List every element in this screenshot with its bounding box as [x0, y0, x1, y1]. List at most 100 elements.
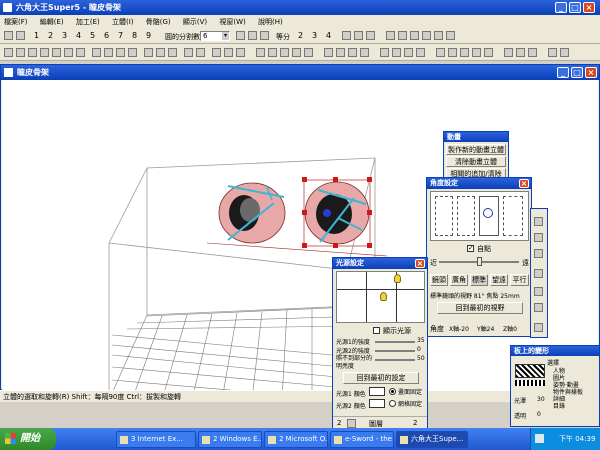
ik-tool-icon[interactable] — [280, 48, 289, 57]
undo-tool-icon[interactable] — [548, 48, 557, 57]
menu-view[interactable]: 顯示(V) — [183, 18, 207, 26]
joint-tool-icon[interactable] — [268, 48, 277, 57]
light2-strength-slider[interactable] — [375, 350, 415, 352]
light-preview[interactable] — [336, 271, 425, 323]
circle-division-select[interactable]: 6 ▾ — [200, 31, 230, 41]
print-tool-icon[interactable] — [416, 48, 425, 57]
line-tool-icon[interactable] — [16, 31, 25, 40]
menu-bones[interactable]: 骨骼(G) — [146, 18, 171, 26]
taskbar-item-ie[interactable]: 3 Internet Ex... — [116, 431, 196, 448]
menu-modify[interactable]: 加工(E) — [76, 18, 100, 26]
light1-color-swatch[interactable] — [369, 387, 385, 396]
stop-tool-icon[interactable] — [360, 48, 369, 57]
torus-tool-icon[interactable] — [64, 48, 73, 57]
fold-tool-icon[interactable] — [386, 31, 395, 40]
standard-button[interactable]: 標準 — [470, 274, 488, 286]
join-tool-icon[interactable] — [446, 31, 455, 40]
import-tool-icon[interactable] — [404, 48, 413, 57]
select-tool-icon[interactable] — [4, 48, 13, 57]
plane-tool-icon[interactable] — [76, 48, 85, 57]
zoom-in-tool-icon[interactable] — [436, 48, 445, 57]
reset-view-button[interactable]: 回到最初的視野 — [437, 302, 523, 314]
search-icon[interactable] — [534, 323, 543, 332]
redo-tool-icon[interactable] — [560, 48, 569, 57]
texture-tool-icon[interactable] — [196, 48, 205, 57]
tree-item-5[interactable]: 目錄 — [553, 401, 565, 410]
record-tool-icon[interactable] — [380, 48, 389, 57]
morph-tool-icon[interactable] — [292, 48, 301, 57]
camera-tool-icon[interactable] — [224, 48, 233, 57]
smooth-tool-icon[interactable] — [144, 48, 153, 57]
taskbar-item-office[interactable]: 2 Microsoft O... — [264, 431, 328, 448]
divide-number-4[interactable]: 4 — [326, 31, 331, 40]
shaded-tool-icon[interactable] — [516, 48, 525, 57]
zoom-out-tool-icon[interactable] — [448, 48, 457, 57]
ambient-slider[interactable] — [375, 359, 415, 361]
parallel-button[interactable]: 平行 — [510, 274, 529, 286]
divide-number-2[interactable]: 2 — [298, 31, 303, 40]
cone-tool-icon[interactable] — [52, 48, 61, 57]
keyframe-tool-icon[interactable] — [324, 48, 333, 57]
mesh-tool-icon[interactable] — [342, 31, 351, 40]
close-button[interactable]: × — [583, 2, 595, 13]
fixed-screen-radio[interactable] — [389, 388, 396, 395]
light-tool-icon[interactable] — [236, 48, 245, 57]
scissors-icon[interactable] — [534, 269, 543, 278]
pattern-swatch[interactable] — [515, 364, 545, 378]
start-button[interactable]: 開始 — [0, 428, 56, 450]
view-number-2[interactable]: 2 — [48, 31, 53, 40]
fit-view-tool-icon[interactable] — [484, 48, 493, 57]
export-tool-icon[interactable] — [392, 48, 401, 57]
loft-tool-icon[interactable] — [128, 48, 137, 57]
box-select-icon[interactable] — [534, 303, 543, 312]
sweep-tool-icon[interactable] — [116, 48, 125, 57]
menu-solid[interactable]: 立體(I) — [112, 18, 134, 26]
stretch-tool-icon[interactable] — [422, 31, 431, 40]
light1-strength-slider[interactable] — [375, 341, 415, 343]
mirror-tool-icon[interactable] — [366, 31, 375, 40]
play-tool-icon[interactable] — [348, 48, 357, 57]
cut-tool-icon[interactable] — [434, 31, 443, 40]
taskbar-item-explorer[interactable]: 2 Windows E... — [198, 431, 262, 448]
divide-tool-icon[interactable] — [248, 31, 257, 40]
pattern-swatch-2[interactable] — [515, 380, 545, 386]
divide-number-3[interactable]: 3 — [312, 31, 317, 40]
angle-preview[interactable] — [430, 191, 529, 241]
bone-tool-icon[interactable] — [256, 48, 265, 57]
wireframe-tool-icon[interactable] — [504, 48, 513, 57]
light-bulb-icon[interactable] — [394, 274, 401, 283]
cylinder-tool-icon[interactable] — [28, 48, 37, 57]
subdivide-tool-icon[interactable] — [156, 48, 165, 57]
light-bulb-2-icon[interactable] — [380, 292, 387, 301]
view-number-5[interactable]: 5 — [90, 31, 95, 40]
bend-tool-icon[interactable] — [398, 31, 407, 40]
new-animation-button[interactable]: 製作新的動畫立體 — [446, 144, 506, 155]
view-number-8[interactable]: 8 — [132, 31, 137, 40]
sphere-tool-icon[interactable] — [40, 48, 49, 57]
show-light-checkbox[interactable] — [373, 327, 380, 334]
flat-tool-icon[interactable] — [528, 48, 537, 57]
menu-window[interactable]: 視窗(W) — [219, 18, 245, 26]
rotate-icon[interactable] — [534, 217, 543, 226]
lasso-icon[interactable] — [534, 249, 543, 258]
pen-tool-icon[interactable] — [4, 31, 13, 40]
layer-icon[interactable] — [347, 419, 356, 428]
wide-angle-button[interactable]: 廣角 — [450, 274, 468, 286]
menu-edit[interactable]: 編輯(E) — [40, 18, 64, 26]
view-number-4[interactable]: 4 — [76, 31, 81, 40]
light-panel-close-button[interactable]: × — [415, 259, 425, 268]
maximize-button[interactable]: □ — [569, 2, 581, 13]
move-icon[interactable] — [534, 287, 543, 296]
view-number-7[interactable]: 7 — [118, 31, 123, 40]
doc-close-button[interactable]: × — [585, 67, 597, 78]
menu-help[interactable]: 說明(H) — [258, 18, 283, 26]
extrude-tool-icon[interactable] — [104, 48, 113, 57]
rotate-view-tool-icon[interactable] — [472, 48, 481, 57]
arc-tool-icon[interactable] — [260, 31, 269, 40]
clear-animation-button[interactable]: 清除動畫立體 — [446, 156, 506, 167]
taskbar-item-rokkaku[interactable]: 六角大王Supe... — [396, 431, 468, 448]
slice-tool-icon[interactable] — [354, 31, 363, 40]
view-number-3[interactable]: 3 — [62, 31, 67, 40]
self-point-checkbox[interactable]: ✓ — [467, 245, 474, 252]
telephoto-button[interactable]: 望遠 — [490, 274, 508, 286]
